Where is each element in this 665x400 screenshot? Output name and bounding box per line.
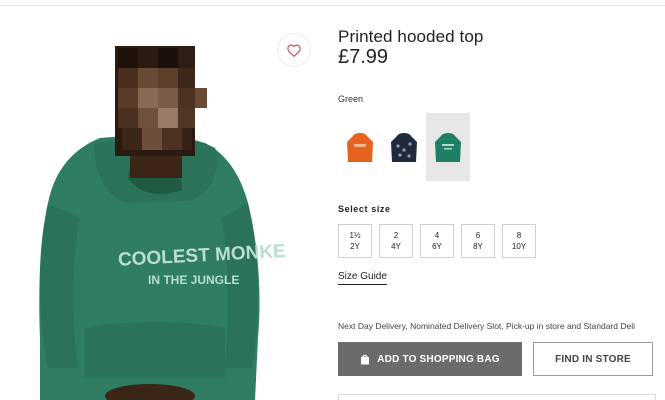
size-option-4y[interactable]: 2 4Y	[379, 224, 413, 258]
color-swatches	[338, 113, 470, 181]
orange-hoodie-thumbnail	[347, 133, 373, 162]
top-divider	[0, 5, 665, 6]
size-age-range: 4	[434, 231, 440, 240]
shopping-bag-icon	[361, 354, 370, 364]
size-option-8y[interactable]: 6 8Y	[461, 224, 495, 258]
product-price: £7.99	[338, 46, 389, 68]
find-in-store-button[interactable]: FIND IN STORE	[533, 342, 653, 376]
product-title: Printed hooded top	[338, 27, 484, 46]
find-in-store-label: FIND IN STORE	[555, 353, 631, 365]
select-size-label: Select size	[338, 204, 391, 214]
size-age-range: 6Y	[432, 242, 442, 251]
size-age-range: 2	[393, 231, 399, 240]
swatch-green[interactable]	[426, 113, 470, 181]
product-photo: COOLEST MONKE IN THE JUNGLE	[39, 46, 286, 400]
selected-color-name: Green	[338, 94, 364, 104]
hoodie-print-line2: IN THE JUNGLE	[148, 273, 239, 287]
size-option-6y[interactable]: 4 6Y	[420, 224, 454, 258]
bottom-panel-edge	[338, 394, 656, 400]
green-hoodie-thumbnail	[435, 133, 461, 162]
delivery-info: Next Day Delivery, Nominated Delivery Sl…	[338, 321, 635, 331]
add-to-bag-label: ADD TO SHOPPING BAG	[377, 353, 500, 365]
size-option-2y[interactable]: 1½ 2Y	[338, 224, 372, 258]
add-to-bag-button[interactable]: ADD TO SHOPPING BAG	[338, 342, 522, 376]
product-image: COOLEST MONKE IN THE JUNGLE	[0, 8, 325, 400]
navy-hoodie-thumbnail	[391, 133, 417, 162]
size-guide-link[interactable]: Size Guide	[338, 271, 387, 285]
swatch-orange[interactable]	[338, 113, 382, 181]
wishlist-button[interactable]	[278, 34, 310, 66]
face-pixelated	[115, 46, 207, 156]
size-option-10y[interactable]: 8 10Y	[502, 224, 536, 258]
swatch-navy[interactable]	[382, 113, 426, 181]
size-age-range: 8	[516, 231, 522, 240]
size-age-range: 10Y	[511, 242, 527, 251]
size-options: 1½ 2Y 2 4Y 4 6Y 6 8Y 8 10Y	[338, 224, 536, 258]
size-age-range: 8Y	[473, 242, 483, 251]
heart-icon	[287, 44, 301, 57]
size-age-range: 6	[475, 231, 481, 240]
size-age-range: 1½	[349, 231, 361, 240]
size-age-range: 2Y	[350, 242, 360, 251]
size-age-range: 4Y	[391, 242, 401, 251]
